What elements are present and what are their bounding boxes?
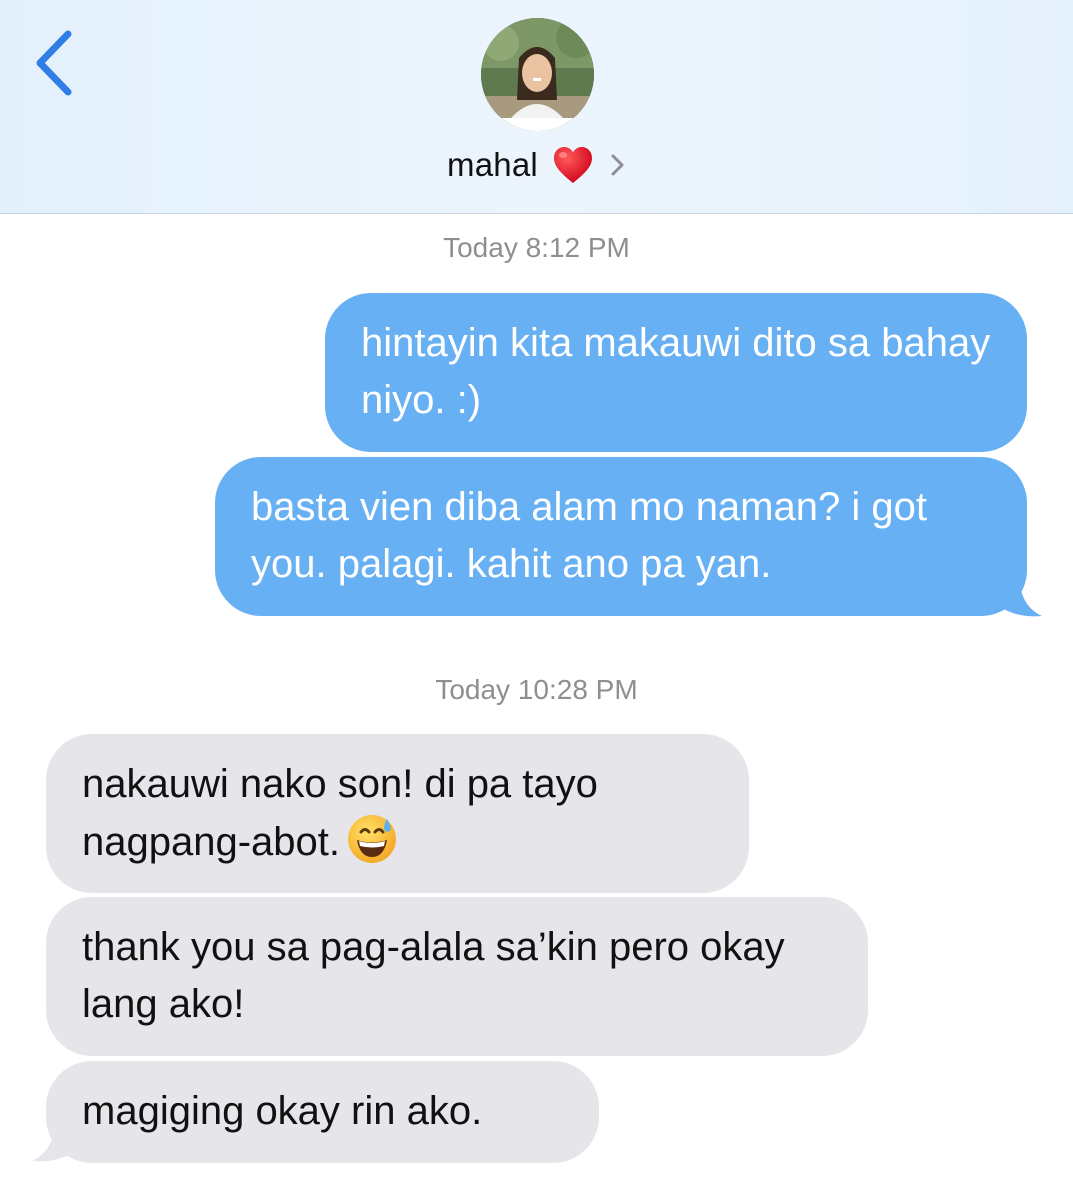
sent-message[interactable]: hintayin kita makauwi dito sa bahay niyo…	[325, 293, 1027, 452]
received-message[interactable]: magiging okay rin ako.	[46, 1061, 599, 1163]
received-bubble-tail	[30, 1131, 74, 1163]
timestamp: Today 10:28 PM	[435, 674, 638, 705]
received-message[interactable]: thank you sa pag-alala sa’kin pero okay …	[46, 897, 868, 1056]
timestamp: Today 8:12 PM	[443, 232, 630, 263]
received-message[interactable]: nakauwi nako son! di pa tayo nagpang-abo…	[46, 734, 749, 893]
message-text: basta vien diba alam mo naman? i got you…	[251, 485, 927, 586]
chevron-left-icon	[36, 30, 72, 96]
message-text: hintayin kita makauwi dito sa bahay niyo…	[361, 321, 991, 422]
contact-name-row[interactable]: mahal	[0, 140, 1073, 190]
back-button[interactable]	[28, 28, 84, 98]
sent-bubble-tail	[1000, 586, 1044, 618]
contact-name: mahal	[447, 146, 538, 183]
grinning-sweat-emoji-icon	[346, 813, 398, 865]
contact-avatar[interactable]	[481, 18, 594, 131]
chevron-right-icon	[608, 151, 626, 179]
avatar-photo	[481, 18, 594, 131]
message-text: magiging okay rin ako.	[82, 1089, 483, 1133]
red-heart-icon	[552, 145, 594, 185]
conversation-header: mahal	[0, 0, 1073, 214]
message-text: nakauwi nako son! di pa tayo nagpang-abo…	[82, 762, 598, 865]
sent-message[interactable]: basta vien diba alam mo naman? i got you…	[215, 457, 1027, 616]
message-text: thank you sa pag-alala sa’kin pero okay …	[82, 925, 785, 1026]
